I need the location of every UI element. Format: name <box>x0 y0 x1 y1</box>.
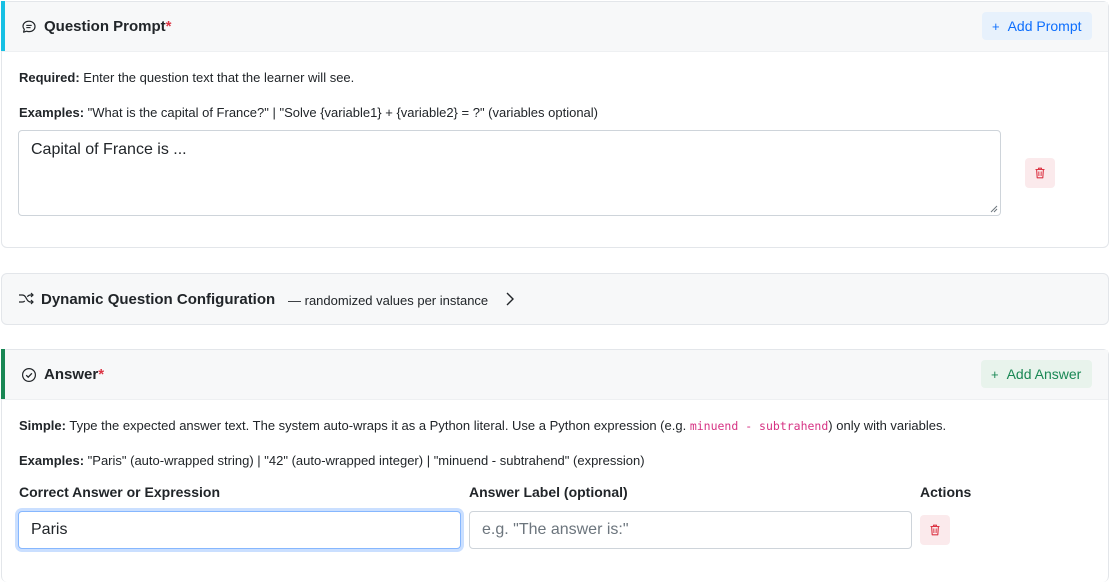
question-prompt-examples-help: Examples: "What is the capital of France… <box>19 105 598 120</box>
add-prompt-button[interactable]: + Add Prompt <box>982 12 1092 40</box>
simple-text-1: Type the expected answer text. The syste… <box>65 418 690 433</box>
answer-examples-help: Examples: "Paris" (auto-wrapped string) … <box>19 453 645 468</box>
question-prompt-title: Question Prompt* <box>44 18 172 35</box>
required-label: Required: <box>19 70 80 85</box>
question-prompt-textarea[interactable]: Capital of France is ... <box>18 130 1001 216</box>
correct-answer-input[interactable] <box>18 511 461 549</box>
add-answer-label: Add Answer <box>1006 366 1082 382</box>
question-prompt-value: Capital of France is ... <box>31 141 187 158</box>
delete-prompt-button[interactable] <box>1025 158 1055 188</box>
resize-handle-icon[interactable] <box>990 205 998 213</box>
answer-label-input[interactable] <box>469 511 912 549</box>
answer-header: Answer* + Add Answer <box>1 349 1108 400</box>
question-prompt-title-text: Question Prompt <box>44 18 166 35</box>
simple-code: minuend - subtrahend <box>689 419 829 433</box>
actions-column-label: Actions <box>920 484 972 500</box>
answer-title-text: Answer <box>44 366 99 383</box>
answer-title: Answer* <box>44 366 104 383</box>
simple-label: Simple: <box>19 418 66 433</box>
dynamic-config-card[interactable]: Dynamic Question Configuration — randomi… <box>1 273 1109 325</box>
examples-label: Examples: <box>19 453 85 468</box>
answer-label-column-label: Answer Label (optional) <box>469 484 628 500</box>
question-prompt-required-help: Required: Enter the question text that t… <box>19 70 354 85</box>
trash-icon <box>1035 167 1045 179</box>
answer-simple-help: Simple: Type the expected answer text. T… <box>19 418 946 433</box>
delete-answer-button[interactable] <box>920 515 950 545</box>
question-prompt-header: Question Prompt* + Add Prompt <box>1 1 1108 52</box>
correct-answer-column-label: Correct Answer or Expression <box>19 484 220 500</box>
examples-label: Examples: <box>19 105 85 120</box>
examples-text: "What is the capital of France?" | "Solv… <box>84 105 599 120</box>
question-prompt-card: Question Prompt* + Add Prompt Required: … <box>1 1 1109 248</box>
shuffle-icon <box>18 291 35 307</box>
answer-accent <box>1 349 5 399</box>
required-asterisk: * <box>98 366 105 383</box>
question-prompt-accent <box>1 1 5 51</box>
answer-card: Answer* + Add Answer Simple: Type the ex… <box>1 349 1109 582</box>
dynamic-config-subtitle: — randomized values per instance <box>288 293 489 308</box>
examples-text: "Paris" (auto-wrapped string) | "42" (au… <box>84 453 645 468</box>
chevron-right-icon[interactable] <box>505 291 515 307</box>
dynamic-config-title: Dynamic Question Configuration <box>41 291 276 308</box>
plus-icon: + <box>991 366 999 382</box>
add-prompt-label: Add Prompt <box>1007 18 1082 34</box>
trash-icon <box>930 524 940 536</box>
required-asterisk: * <box>165 18 172 35</box>
check-circle-icon <box>21 367 37 383</box>
simple-text-2: ) only with variables. <box>828 418 947 433</box>
required-text: Enter the question text that the learner… <box>79 70 355 85</box>
chat-bubble-icon <box>21 19 37 35</box>
add-answer-button[interactable]: + Add Answer <box>981 360 1092 388</box>
plus-icon: + <box>992 18 1000 34</box>
